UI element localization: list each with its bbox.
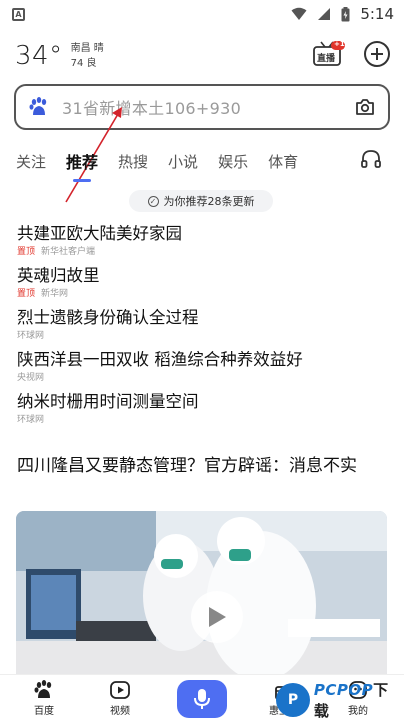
search-box[interactable]: 31省新增本土106+930 xyxy=(14,84,390,130)
video-caption-box xyxy=(288,619,380,637)
wifi-icon xyxy=(291,7,307,20)
signal-icon xyxy=(318,8,331,20)
battery-icon xyxy=(341,6,350,21)
aqi-value: 74 xyxy=(70,58,84,69)
clock: 5:14 xyxy=(360,5,394,23)
pinned-tag: 置顶 xyxy=(17,247,36,257)
article-title: 四川隆昌又要静态管理？官方辟谣：消息不实 xyxy=(17,456,357,476)
list-item[interactable]: 纳米时栅用时间测量空间 环球网 xyxy=(17,390,387,432)
list-item[interactable]: 共建亚欧大陆美好家园 置顶 新华社客户端 xyxy=(17,222,387,264)
list-item[interactable]: 英魂归故里 置顶 新华网 xyxy=(17,264,387,306)
news-source: 环球网 xyxy=(17,331,45,341)
news-source: 央视网 xyxy=(17,373,45,383)
aqi-level: 良 xyxy=(86,58,97,69)
voice-search-button[interactable] xyxy=(177,680,227,718)
news-title: 陕西洋县一田双收 稻渔综合种养效益好 xyxy=(17,350,303,369)
weather-info: 南昌 晴 74 良 xyxy=(71,41,104,71)
news-meta: 置顶 新华社客户端 xyxy=(17,246,387,258)
video-play-icon xyxy=(110,681,130,699)
watermark-logo-icon: P xyxy=(276,683,310,717)
status-icons: 5:14 xyxy=(291,5,394,23)
news-meta: 环球网 xyxy=(17,330,387,342)
play-button[interactable] xyxy=(191,591,243,643)
tab-novel[interactable]: 小说 xyxy=(168,151,198,172)
tab-recommend[interactable]: 推荐 xyxy=(66,149,98,182)
news-meta: 置顶 新华网 xyxy=(17,288,387,300)
camera-icon xyxy=(356,99,374,115)
nav-label: 百度 xyxy=(34,706,54,717)
channel-tabs: 关注 推荐 热搜 小说 娱乐 体育 xyxy=(16,146,388,182)
tab-sports[interactable]: 体育 xyxy=(268,151,298,172)
list-item[interactable]: 陕西洋县一田双收 稻渔综合种养效益好 央视网 xyxy=(17,348,387,390)
live-button[interactable]: +1 直播 xyxy=(312,40,346,68)
news-list: 共建亚欧大陆美好家园 置顶 新华社客户端 英魂归故里 置顶 新华网 烈士遗骸身份确认… xyxy=(17,222,387,432)
news-title: 共建亚欧大陆美好家园 xyxy=(17,224,182,243)
news-meta: 央视网 xyxy=(17,372,387,384)
city: 南昌 xyxy=(70,43,91,54)
play-icon xyxy=(209,607,226,627)
live-badge: +1 xyxy=(334,40,345,48)
watermark-text: PCPOP下载 xyxy=(313,681,389,720)
news-source: 新华社客户端 xyxy=(41,247,96,257)
news-title: 烈士遗骸身份确认全过程 xyxy=(17,308,199,327)
status-bar: A 5:14 xyxy=(0,0,404,30)
camera-button[interactable] xyxy=(354,96,376,118)
headphone-icon[interactable] xyxy=(360,148,382,170)
tab-hot-search[interactable]: 热搜 xyxy=(118,151,148,172)
nav-label: 视频 xyxy=(110,706,130,717)
news-source: 环球网 xyxy=(17,415,45,425)
plus-icon xyxy=(371,48,383,60)
update-notice[interactable]: ✓ 为你推荐28条更新 xyxy=(129,190,273,212)
watermark: P PCPOP下载 xyxy=(276,680,404,720)
update-text: 为你推荐28条更新 xyxy=(163,195,255,208)
baidu-paw-icon xyxy=(29,97,47,115)
search-input[interactable]: 31省新增本土106+930 xyxy=(62,95,354,119)
weather-widget[interactable]: 34° 南昌 晴 74 良 xyxy=(15,38,104,74)
weather-condition: 晴 xyxy=(93,43,104,54)
add-button[interactable] xyxy=(364,41,390,67)
nav-home[interactable]: 百度 xyxy=(14,677,74,719)
notification-app-icon: A xyxy=(12,8,25,21)
tab-follow[interactable]: 关注 xyxy=(16,151,46,172)
temperature: 34° xyxy=(15,41,63,71)
nav-video[interactable]: 视频 xyxy=(90,677,150,719)
list-item[interactable]: 烈士遗骸身份确认全过程 环球网 xyxy=(17,306,387,348)
video-thumbnail[interactable] xyxy=(16,511,387,681)
news-title: 纳米时栅用时间测量空间 xyxy=(17,392,199,411)
live-label: 直播 xyxy=(317,54,336,64)
news-source: 新华网 xyxy=(41,289,69,299)
news-title: 英魂归故里 xyxy=(17,266,100,285)
tab-entertainment[interactable]: 娱乐 xyxy=(218,151,248,172)
baidu-paw-icon xyxy=(34,680,52,698)
pinned-tag: 置顶 xyxy=(17,289,36,299)
microphone-icon xyxy=(194,689,210,709)
article-card[interactable]: 四川隆昌又要静态管理？官方辟谣：消息不实 xyxy=(17,454,389,479)
check-circle-icon: ✓ xyxy=(147,195,159,207)
news-meta: 环球网 xyxy=(17,414,387,426)
